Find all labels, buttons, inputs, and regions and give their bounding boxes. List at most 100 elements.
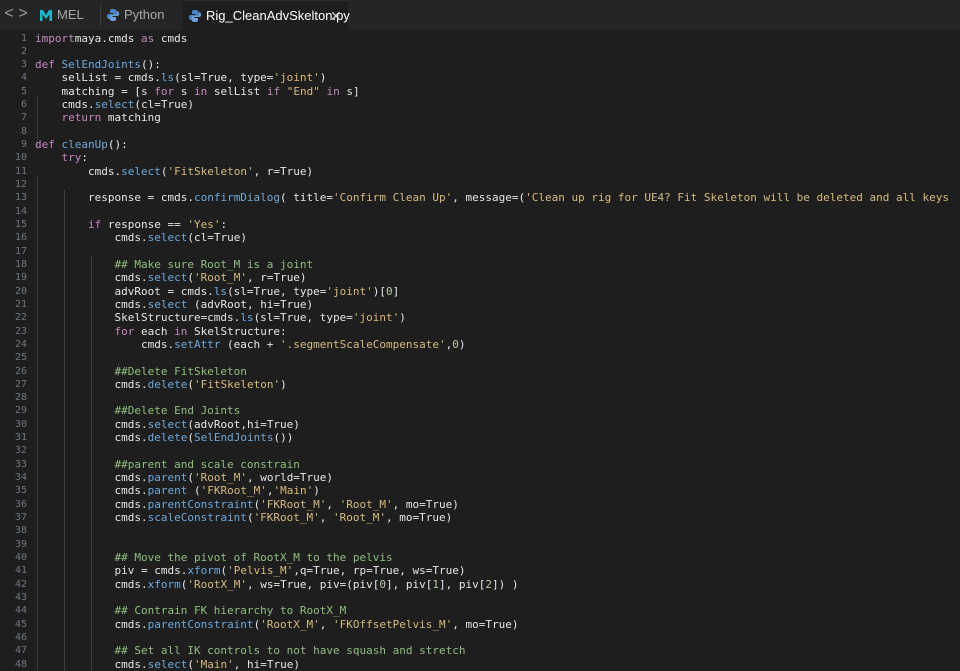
- line-number: 9: [20, 139, 27, 151]
- line-number: 41: [14, 565, 27, 577]
- code-line[interactable]: ##Delete End Joints: [35, 404, 960, 417]
- code-token: parent: [147, 471, 188, 485]
- code-token: select: [147, 417, 188, 431]
- line-number: 8: [20, 125, 27, 137]
- code-line[interactable]: ## Move the pivot of RootX_M to the pelv…: [35, 551, 960, 564]
- code-token: select: [147, 297, 188, 311]
- line-number: 5: [20, 85, 27, 97]
- code-token: cmds.: [35, 497, 148, 511]
- code-token: 'Yes': [187, 217, 221, 231]
- code-line[interactable]: cmds.parent ('FKRoot_M','Main'): [35, 484, 960, 497]
- tab-python[interactable]: Python: [102, 0, 182, 30]
- line-number: 38: [14, 525, 27, 537]
- code-token: confirmDialog: [193, 191, 281, 205]
- line-number: 30: [14, 418, 27, 430]
- code-token: ): [458, 337, 466, 351]
- line-number: 7: [20, 112, 27, 124]
- close-icon[interactable]: ✕: [330, 1, 342, 31]
- code-token: ], piv[: [386, 577, 433, 591]
- code-line[interactable]: cmds.setAttr (each + '.segmentScaleCompe…: [35, 338, 960, 351]
- maya-m-icon: [40, 10, 52, 21]
- code-line[interactable]: [35, 245, 960, 258]
- code-line[interactable]: cmds.select(cl=True): [35, 231, 960, 244]
- code-line[interactable]: ## Set all IK controls to not have squas…: [35, 644, 960, 657]
- line-number: 2: [20, 45, 27, 57]
- code-token: try: [35, 151, 82, 165]
- code-line[interactable]: [35, 631, 960, 644]
- line-number: 45: [14, 618, 27, 630]
- code-line[interactable]: ## Contrain FK hierarchy to RootX_M: [35, 604, 960, 617]
- nav-back-icon[interactable]: <: [3, 6, 15, 22]
- code-line[interactable]: cmds.scaleConstraint('FKRoot_M', 'Root_M…: [35, 511, 960, 524]
- code-token: 'Root_M': [193, 471, 247, 485]
- code-line[interactable]: [35, 125, 960, 138]
- code-token: 'joint': [326, 284, 373, 298]
- code-token: (cl=True): [187, 231, 247, 245]
- code-token: select: [147, 657, 188, 671]
- code-line[interactable]: def SelEndJoints():: [35, 58, 960, 71]
- code-token: (sl=True, type=: [227, 284, 327, 298]
- code-token: , ws=True, piv=(piv[: [246, 577, 380, 591]
- code-token: selList: [207, 84, 267, 98]
- code-token: parent: [147, 484, 188, 498]
- code-line[interactable]: cmds.select('FitSkeleton', r=True): [35, 165, 960, 178]
- code-token: ): [280, 377, 287, 391]
- code-line[interactable]: [35, 591, 960, 604]
- tab-label: Rig_CleanAdvSkelton.py: [206, 8, 350, 23]
- code-line[interactable]: ##parent and scale constrain: [35, 458, 960, 471]
- code-line[interactable]: cmds.select (advRoot, hi=True): [35, 298, 960, 311]
- line-number: 4: [20, 72, 27, 84]
- code-line[interactable]: [35, 538, 960, 551]
- code-line[interactable]: for each in SkelStructure:: [35, 325, 960, 338]
- code-line[interactable]: SkelStructure=cmds.ls(sl=True, type='joi…: [35, 311, 960, 324]
- code-token: ():: [140, 58, 161, 72]
- code-line[interactable]: matching = [s for s in selList if "End" …: [35, 85, 960, 98]
- code-line[interactable]: [35, 205, 960, 218]
- code-line[interactable]: [35, 391, 960, 404]
- code-token: SelEndJoints: [54, 58, 141, 72]
- code-token: ##Delete FitSkeleton: [35, 364, 247, 378]
- code-editor[interactable]: 1 2 3 4 5 6 7 8 9 10 11 12 13 14 15 16 17 18 19 20 21 22 23 24 2…: [0, 30, 960, 671]
- code-line[interactable]: advRoot = cmds.ls(sl=True, type='joint')…: [35, 285, 960, 298]
- code-line[interactable]: cmds.select(cl=True): [35, 98, 960, 111]
- code-line[interactable]: cmds.select('Root_M', r=True): [35, 271, 960, 284]
- tab-mel[interactable]: MEL: [35, 0, 99, 30]
- code-line[interactable]: cmds.parentConstraint('FKRoot_M', 'Root_…: [35, 498, 960, 511]
- code-line[interactable]: ## Make sure Root_M is a joint: [35, 258, 960, 271]
- line-number: 36: [14, 498, 27, 510]
- code-token: cmds.: [35, 511, 148, 525]
- code-line[interactable]: cmds.parent('Root_M', world=True): [35, 471, 960, 484]
- code-token: cmds: [154, 31, 188, 45]
- code-line[interactable]: importmaya.cmds as cmds: [35, 32, 960, 45]
- code-token: cmds.: [35, 431, 148, 445]
- code-line[interactable]: cmds.delete('FitSkeleton'): [35, 378, 960, 391]
- code-token: 'Pelvis_M': [227, 564, 294, 578]
- code-line[interactable]: cmds.delete(SelEndJoints()): [35, 431, 960, 444]
- code-line[interactable]: [35, 351, 960, 364]
- tab-rig-clean-adv-skelton[interactable]: Rig_CleanAdvSkelton.py ✕: [183, 0, 350, 31]
- code-line[interactable]: piv = cmds.xform('Pelvis_M',q=True, rp=T…: [35, 564, 960, 577]
- code-line[interactable]: [35, 444, 960, 457]
- code-line[interactable]: cmds.parentConstraint('RootX_M', 'FKOffs…: [35, 618, 960, 631]
- code-token: SelEndJoints: [193, 431, 274, 445]
- code-line[interactable]: cmds.xform('RootX_M', ws=True, piv=(piv[…: [35, 578, 960, 591]
- code-line[interactable]: [35, 524, 960, 537]
- code-line[interactable]: response = cmds.confirmDialog( title='Co…: [35, 191, 960, 204]
- code-line[interactable]: def cleanUp():: [35, 138, 960, 151]
- code-line[interactable]: selList = cmds.ls(sl=True, type='joint'): [35, 71, 960, 84]
- code-token: cmds.: [35, 417, 148, 431]
- code-line[interactable]: [35, 178, 960, 191]
- line-number: 39: [14, 538, 27, 550]
- code-line[interactable]: ##Delete FitSkeleton: [35, 365, 960, 378]
- code-line[interactable]: if response == 'Yes':: [35, 218, 960, 231]
- nav-forward-icon[interactable]: >: [17, 6, 29, 22]
- code-line[interactable]: try:: [35, 151, 960, 164]
- code-line[interactable]: cmds.select(advRoot,hi=True): [35, 418, 960, 431]
- code-token: , mo=True): [386, 511, 453, 525]
- code-line[interactable]: [35, 45, 960, 58]
- line-number: 19: [14, 272, 27, 284]
- code-line[interactable]: cmds.select('Main', hi=True): [35, 658, 960, 671]
- code-area[interactable]: importmaya.cmds as cmds def SelEndJoints(…: [35, 30, 960, 671]
- code-token: 'FKRoot_M': [200, 484, 267, 498]
- code-line[interactable]: return matching: [35, 111, 960, 124]
